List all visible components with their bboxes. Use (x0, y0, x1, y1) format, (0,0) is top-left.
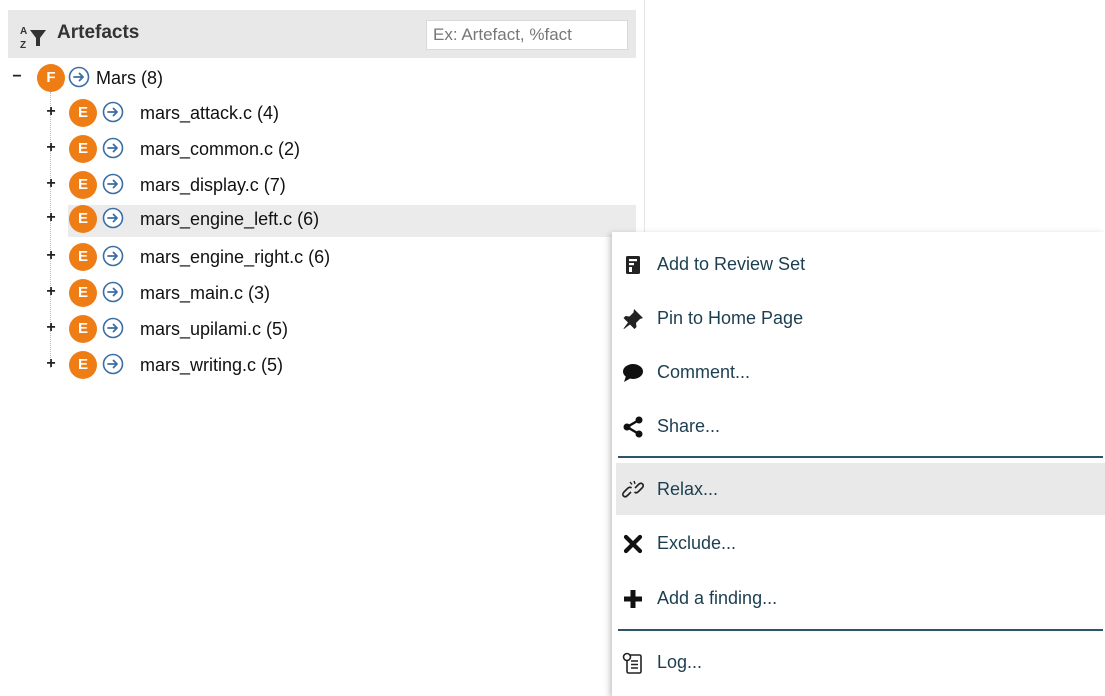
review-set-icon (626, 256, 640, 274)
menu-separator (618, 629, 1103, 631)
tree-node-mars[interactable]: − F Mars (8) (10, 62, 630, 92)
share-icon (623, 416, 643, 438)
file-type-badge: E (69, 243, 97, 271)
menu-item-share[interactable]: Share... (616, 400, 1105, 452)
tree-node-label[interactable]: mars_main.c (3) (140, 283, 270, 304)
log-icon (622, 652, 642, 674)
tree-node-label[interactable]: mars_upilami.c (5) (140, 319, 288, 340)
navigate-arrow-icon[interactable] (102, 207, 124, 229)
expand-toggle[interactable]: + (44, 176, 58, 192)
tree-node-file[interactable]: + E mars_main.c (3) (42, 277, 636, 307)
menu-item-log[interactable]: Log... (616, 636, 1105, 688)
menu-item-label: Comment... (657, 362, 751, 382)
file-type-badge: E (69, 315, 97, 343)
sort-filter-icon[interactable]: A Z (19, 24, 53, 50)
tree-node-file[interactable]: + E mars_attack.c (4) (42, 97, 636, 127)
tree-node-label[interactable]: mars_display.c (7) (140, 175, 286, 196)
panel-title: Artefacts (57, 22, 140, 43)
tree-node-file[interactable]: + E mars_engine_right.c (6) (42, 241, 636, 271)
expand-toggle[interactable]: + (44, 140, 58, 156)
tree-node-label[interactable]: mars_writing.c (5) (140, 355, 283, 376)
tree-node-file[interactable]: + E mars_common.c (2) (42, 133, 636, 163)
tree-node-label[interactable]: mars_attack.c (4) (140, 103, 279, 124)
tree-node-label[interactable]: mars_common.c (2) (140, 139, 300, 160)
navigate-arrow-icon[interactable] (102, 137, 124, 159)
navigate-arrow-icon[interactable] (102, 353, 124, 375)
menu-item-exclude[interactable]: Exclude... (616, 517, 1105, 569)
file-type-badge: E (69, 171, 97, 199)
collapse-toggle[interactable]: − (10, 69, 24, 85)
tree-node-label[interactable]: Mars (8) (96, 68, 163, 89)
expand-toggle[interactable]: + (44, 284, 58, 300)
expand-toggle[interactable]: + (44, 320, 58, 336)
expand-toggle[interactable]: + (44, 248, 58, 264)
file-type-badge: E (69, 99, 97, 127)
file-type-badge: E (69, 351, 97, 379)
context-menu: Add to Review Set Pin to Home Page Comme… (612, 232, 1105, 696)
tree-node-label[interactable]: mars_engine_left.c (6) (140, 209, 319, 230)
tree-node-file[interactable]: + E mars_upilami.c (5) (42, 313, 636, 343)
file-type-badge: F (37, 64, 65, 92)
artefact-search-input[interactable] (426, 20, 628, 50)
menu-item-comment[interactable]: Comment... (616, 346, 1105, 398)
plus-icon (624, 590, 642, 608)
menu-item-label: Add a finding... (657, 588, 778, 608)
menu-item-label: Relax... (657, 479, 719, 499)
pin-icon (623, 309, 643, 329)
tree-node-file[interactable]: + E mars_writing.c (5) (42, 349, 636, 379)
artefacts-panel: A Z Artefacts − F Mars (8) + E mars_atta… (0, 0, 645, 696)
menu-item-label: Share... (657, 416, 721, 436)
relax-link-icon (622, 480, 644, 498)
file-type-badge: E (69, 205, 97, 233)
menu-item-label: Log... (657, 652, 703, 672)
expand-toggle[interactable]: + (44, 210, 58, 226)
navigate-arrow-icon[interactable] (102, 245, 124, 267)
menu-item-add-to-review-set[interactable]: Add to Review Set (616, 238, 1105, 290)
menu-item-relax[interactable]: Relax... (616, 463, 1105, 515)
navigate-arrow-icon[interactable] (102, 317, 124, 339)
tree-node-file[interactable]: + E mars_display.c (7) (42, 169, 636, 199)
menu-item-label: Pin to Home Page (657, 308, 804, 328)
navigate-arrow-icon[interactable] (102, 101, 124, 123)
svg-text:A: A (20, 26, 27, 37)
navigate-arrow-icon[interactable] (102, 173, 124, 195)
menu-separator (618, 456, 1103, 458)
expand-toggle[interactable]: + (44, 356, 58, 372)
panel-header: A Z Artefacts (8, 10, 636, 58)
menu-item-pin-to-home-page[interactable]: Pin to Home Page (616, 292, 1105, 344)
file-type-badge: E (69, 279, 97, 307)
close-icon (623, 534, 643, 554)
menu-item-label: Add to Review Set (657, 254, 806, 274)
svg-text:Z: Z (20, 40, 26, 50)
navigate-arrow-icon[interactable] (68, 66, 90, 88)
menu-item-add-a-finding[interactable]: Add a finding... (616, 572, 1105, 624)
navigate-arrow-icon[interactable] (102, 281, 124, 303)
comment-icon (623, 364, 643, 382)
tree-node-label[interactable]: mars_engine_right.c (6) (140, 247, 330, 268)
file-type-badge: E (69, 135, 97, 163)
tree-node-file-selected[interactable]: + E mars_engine_left.c (6) (42, 203, 636, 237)
menu-item-label: Exclude... (657, 533, 737, 553)
expand-toggle[interactable]: + (44, 104, 58, 120)
